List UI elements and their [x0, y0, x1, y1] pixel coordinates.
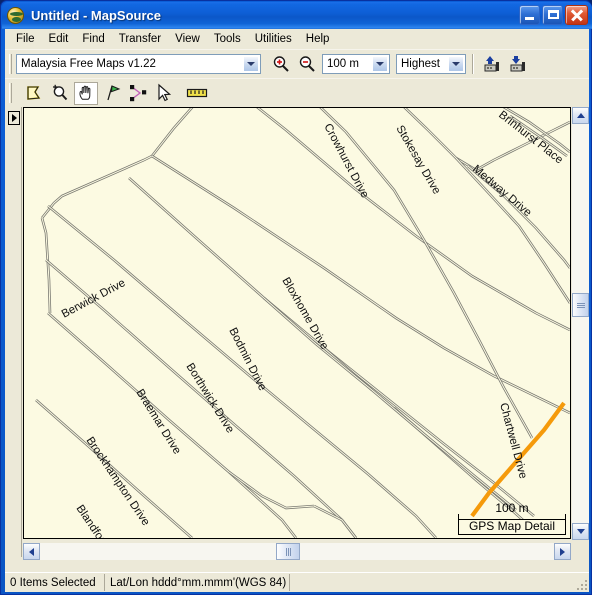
menu-item-file[interactable]: File	[9, 31, 42, 48]
zoom-out-button[interactable]	[295, 53, 319, 76]
receive-from-device-icon	[510, 56, 525, 72]
receive-from-device-button[interactable]	[507, 53, 531, 76]
map-detail-caption: GPS Map Detail	[458, 520, 566, 535]
measure-tool-button[interactable]	[185, 82, 209, 105]
map-horizontal-scrollbar[interactable]	[23, 543, 571, 560]
route-icon	[130, 85, 147, 102]
scroll-right-button[interactable]	[554, 543, 571, 560]
horizontal-scroll-thumb[interactable]	[276, 543, 300, 560]
map-product-value: Malaysia Free Maps v1.22	[21, 58, 156, 70]
menu-item-view[interactable]: View	[168, 31, 207, 48]
map-detail-value: Highest	[401, 58, 440, 70]
send-to-device-icon	[484, 56, 499, 72]
waypoint-tool-button[interactable]	[100, 82, 124, 105]
main-toolbar: Malaysia Free Maps v1.22 100 m Highest	[5, 49, 589, 78]
chevron-down-icon[interactable]	[243, 56, 259, 72]
map-scale-indicator: 100 m GPS Map Detail	[458, 502, 566, 535]
caret-right-icon	[560, 547, 565, 556]
application-window: Untitled - MapSource File Edit Find Tran…	[0, 0, 592, 595]
chevron-down-icon[interactable]	[448, 56, 464, 72]
menu-item-transfer[interactable]: Transfer	[112, 31, 168, 48]
map-tool-icon	[27, 86, 41, 100]
hand-tool-button[interactable]	[74, 81, 98, 105]
zoom-scale-dropdown[interactable]: 100 m	[322, 54, 390, 74]
zoom-scale-value: 100 m	[327, 58, 359, 70]
status-bar: 0 Items Selected Lat/Lon hddd°mm.mmm'(WG…	[5, 572, 589, 592]
vertical-scroll-track[interactable]	[572, 124, 589, 523]
caret-up-icon	[576, 113, 585, 118]
vertical-scroll-thumb[interactable]	[572, 293, 589, 317]
caret-left-icon	[29, 547, 34, 556]
map-view[interactable]: .rd { fill:none; stroke:#7A7A72; stroke-…	[23, 107, 571, 539]
caret-down-icon	[576, 529, 585, 534]
map-scale-distance: 100 m	[495, 500, 529, 515]
title-bar[interactable]: Untitled - MapSource	[2, 2, 592, 29]
toolbar-grip[interactable]	[9, 54, 12, 74]
menu-bar: File Edit Find Transfer View Tools Utili…	[5, 29, 589, 49]
menu-item-tools[interactable]: Tools	[207, 31, 248, 48]
tools-toolbar-grip[interactable]	[9, 83, 12, 103]
zoom-tool-button[interactable]	[48, 82, 72, 105]
zoom-tool-icon	[53, 84, 68, 101]
map-tool-button[interactable]	[22, 82, 46, 105]
menu-item-edit[interactable]: Edit	[42, 31, 76, 48]
scroll-up-button[interactable]	[572, 107, 589, 124]
window-controls	[519, 5, 588, 25]
status-coordinates: Lat/Lon hddd°mm.mmm'(WGS 84)	[105, 574, 290, 591]
chevron-down-icon[interactable]	[372, 56, 388, 72]
arrow-pointer-icon	[158, 83, 172, 102]
hand-tool-icon	[79, 85, 91, 100]
flag-icon	[107, 85, 121, 101]
scroll-left-button[interactable]	[23, 543, 40, 560]
maximize-button[interactable]	[542, 5, 563, 25]
toolbar-separator	[472, 54, 474, 74]
selection-tool-button[interactable]	[152, 82, 176, 105]
scroll-down-button[interactable]	[572, 523, 589, 540]
zoom-in-button[interactable]	[269, 53, 293, 76]
left-panel-strip	[5, 107, 22, 557]
map-vertical-scrollbar[interactable]	[572, 107, 589, 540]
globe-icon	[7, 7, 24, 24]
close-button[interactable]	[565, 5, 588, 25]
menu-item-help[interactable]: Help	[299, 31, 337, 48]
chevron-right-icon[interactable]	[8, 111, 20, 125]
tools-toolbar	[5, 78, 589, 107]
window-frame: Untitled - MapSource File Edit Find Tran…	[0, 0, 592, 595]
send-to-device-button[interactable]	[481, 53, 505, 76]
window-resize-grip[interactable]	[573, 576, 587, 590]
route-tool-button[interactable]	[126, 82, 150, 105]
status-selection: 0 Items Selected	[5, 574, 105, 591]
window-title: Untitled - MapSource	[31, 8, 162, 23]
menu-item-utilities[interactable]: Utilities	[248, 31, 299, 48]
zoom-out-icon	[299, 56, 315, 72]
status-extra	[290, 574, 589, 591]
ruler-icon	[186, 88, 208, 98]
map-detail-dropdown[interactable]: Highest	[396, 54, 466, 74]
map-panel: .rd { fill:none; stroke:#7A7A72; stroke-…	[5, 107, 589, 574]
menu-item-find[interactable]: Find	[75, 31, 111, 48]
minimize-button[interactable]	[519, 5, 540, 25]
zoom-in-icon	[273, 56, 289, 72]
map-canvas: .rd { fill:none; stroke:#7A7A72; stroke-…	[24, 108, 570, 538]
client-area: File Edit Find Transfer View Tools Utili…	[5, 29, 589, 592]
map-product-dropdown[interactable]: Malaysia Free Maps v1.22	[16, 54, 261, 74]
